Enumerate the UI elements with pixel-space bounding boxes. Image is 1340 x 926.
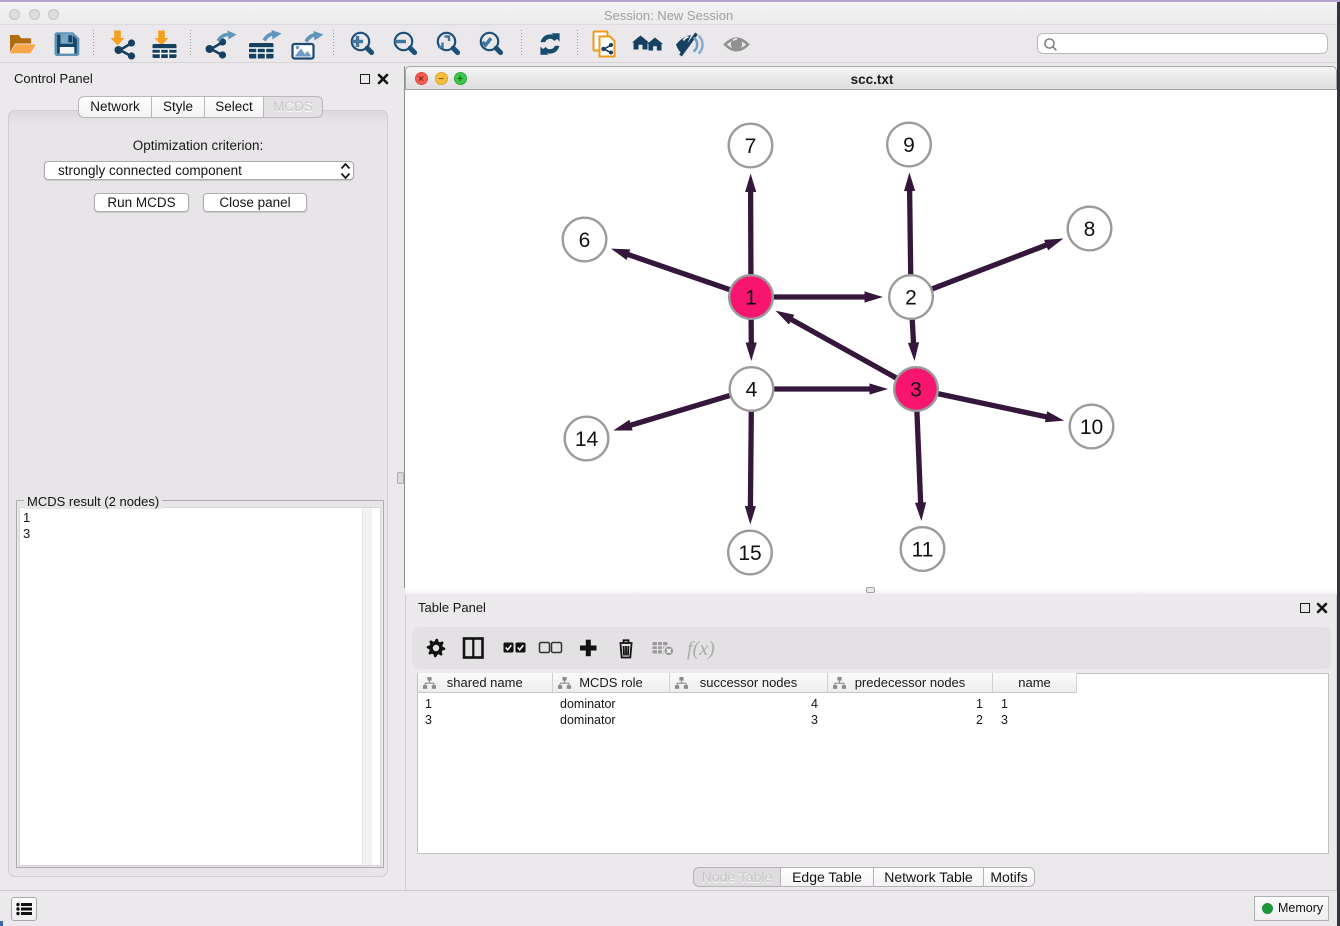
svg-text:4: 4 bbox=[746, 378, 758, 401]
svg-text:15: 15 bbox=[738, 542, 761, 565]
svg-text:10: 10 bbox=[1080, 416, 1103, 439]
svg-text:1: 1 bbox=[745, 286, 757, 309]
svg-text:14: 14 bbox=[575, 428, 599, 451]
svg-text:6: 6 bbox=[579, 229, 591, 252]
svg-text:f(x): f(x) bbox=[687, 638, 715, 660]
svg-text:11: 11 bbox=[912, 538, 934, 561]
svg-text:3: 3 bbox=[910, 378, 922, 401]
svg-text:8: 8 bbox=[1084, 218, 1096, 241]
svg-text:9: 9 bbox=[903, 134, 915, 157]
svg-text:2: 2 bbox=[905, 286, 917, 309]
svg-text:7: 7 bbox=[745, 135, 757, 158]
